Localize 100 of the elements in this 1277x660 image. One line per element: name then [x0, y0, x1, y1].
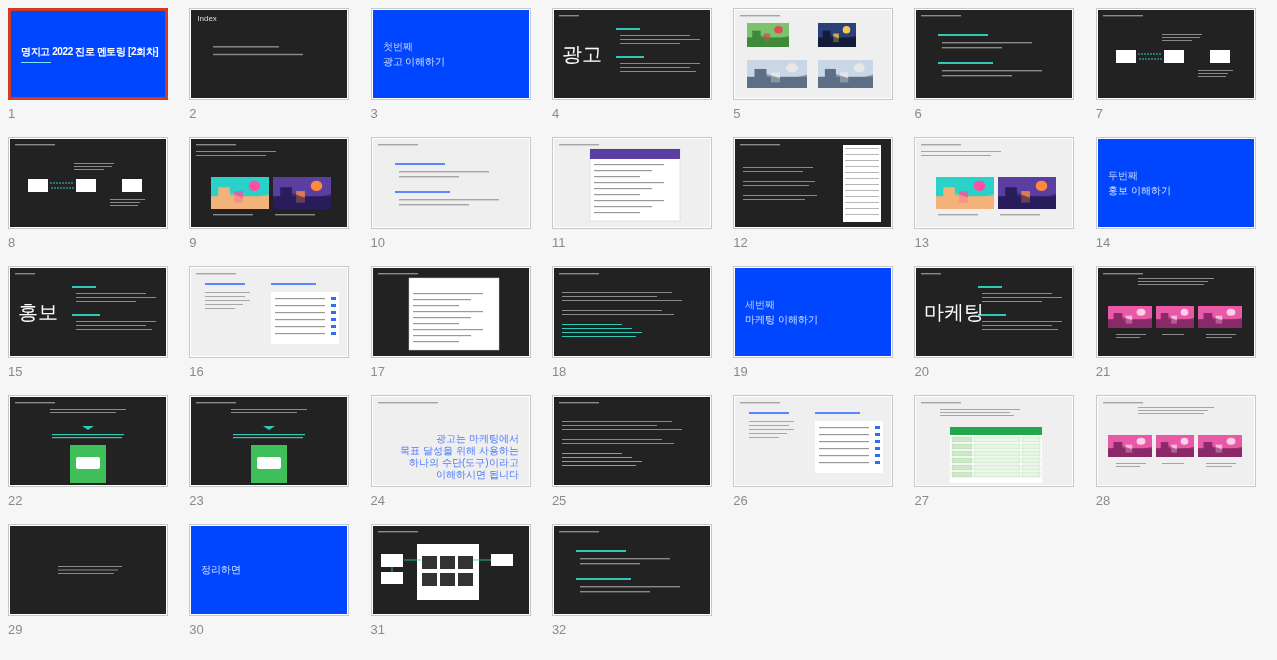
slide-number: 30	[189, 622, 204, 637]
slide-thumbnail[interactable]: 정리하면	[189, 524, 350, 616]
text-lines-drawing	[394, 191, 450, 193]
text-lines-drawing	[615, 28, 640, 30]
slide-number: 22	[8, 493, 23, 508]
slide-thumbnail[interactable]: 첫번째 광고 이해하기	[370, 8, 531, 100]
slide-thumbnail[interactable]: 세번째 마케팅 이해하기	[733, 266, 894, 358]
text-lines-drawing	[377, 273, 418, 275]
text-lines-drawing	[15, 402, 55, 404]
slide-number: 7	[1095, 106, 1103, 121]
text-lines-drawing	[749, 412, 790, 414]
text-lines-drawing	[1197, 70, 1233, 77]
slide-title: 홍보 이해하기	[1107, 183, 1172, 198]
text-lines-drawing	[921, 402, 962, 404]
card-drawing	[251, 445, 288, 483]
big-word: 광고	[560, 41, 602, 67]
slide-number: 9	[189, 235, 197, 250]
text-lines-drawing	[740, 402, 781, 404]
text-lines-drawing	[15, 144, 55, 146]
text-lines-drawing	[1102, 15, 1143, 17]
text-lines-drawing	[275, 214, 316, 216]
slide-number: 4	[551, 106, 560, 121]
slide-number: 17	[370, 364, 386, 379]
slide-number: 32	[551, 622, 567, 637]
slide-thumbnail[interactable]: Index	[189, 8, 350, 100]
text-lines-drawing	[1161, 463, 1184, 464]
card-drawing	[815, 421, 884, 473]
text-lines-drawing	[1102, 402, 1143, 404]
text-lines-drawing	[1161, 34, 1202, 41]
slide-thumbnail[interactable]: 홍보	[8, 266, 168, 358]
text-lines-drawing	[196, 402, 237, 404]
text-lines-drawing	[394, 163, 445, 165]
text-lines-drawing	[921, 273, 942, 275]
section-label: 두번째	[1107, 168, 1139, 183]
text-lines-drawing	[110, 199, 145, 206]
slide-thumbnail[interactable]: 광고는 마케팅에서 목표 달성을 위해 사용하는 하나의 수단(도구)이라고 이해하시면 됩니다	[370, 395, 531, 487]
slide-number: 2	[189, 106, 197, 121]
text-lines-drawing	[815, 412, 861, 414]
text-lines-drawing	[938, 62, 994, 64]
text-lines-drawing	[575, 578, 631, 580]
slide-number: 25	[551, 493, 567, 508]
text-lines-drawing	[271, 283, 317, 285]
text-lines-drawing	[575, 550, 626, 552]
text-lines-drawing	[921, 15, 962, 17]
text-lines-drawing	[1102, 273, 1143, 275]
text-lines-drawing	[377, 531, 418, 533]
text-lines-drawing	[749, 421, 795, 438]
slide-title: 마케팅 이해하기	[745, 312, 819, 327]
slide-thumbnail[interactable]: 광고	[551, 8, 712, 100]
slide-number: 10	[370, 235, 386, 250]
text-lines-drawing	[377, 144, 418, 146]
section-label: 첫번째	[382, 39, 414, 54]
text-lines-drawing	[921, 144, 962, 146]
text-lines-drawing	[205, 292, 251, 309]
text-lines-drawing	[52, 434, 124, 439]
text-lines-drawing	[72, 314, 100, 316]
text-lines-drawing	[978, 286, 1003, 288]
slide-number: 31	[370, 622, 386, 637]
slide-number: 3	[370, 106, 378, 121]
slide-number: 26	[733, 493, 748, 508]
text-lines-drawing	[72, 286, 96, 288]
slide-number: 27	[914, 493, 929, 508]
subtitle-line	[21, 61, 51, 64]
slide-number: 1	[8, 106, 16, 121]
big-word: 마케팅	[923, 299, 985, 325]
slide-number: 29	[8, 622, 23, 637]
text-lines-drawing	[558, 273, 599, 275]
text-lines-drawing	[558, 144, 599, 146]
big-word: 홍보	[17, 299, 58, 325]
slide-number: 21	[1095, 364, 1111, 379]
down-arrow-icon	[263, 426, 276, 430]
slide-number: 6	[914, 106, 922, 121]
slide-number: 24	[370, 493, 386, 508]
slide-heading: Index	[196, 13, 218, 23]
slide-number: 8	[8, 235, 16, 250]
slide-number: 12	[733, 235, 748, 250]
text-lines-drawing	[15, 273, 35, 275]
text-lines-drawing	[1161, 334, 1184, 335]
slide-number: 15	[8, 364, 23, 379]
text-lines-drawing	[196, 144, 237, 146]
text-lines-drawing	[205, 283, 246, 285]
slide-number: 16	[189, 364, 204, 379]
text-lines-drawing	[1205, 463, 1236, 467]
slide-number: 20	[914, 364, 929, 379]
slide-number: 23	[189, 493, 204, 508]
slide-thumbnail[interactable]: 두번째 홍보 이해하기	[1095, 137, 1256, 229]
text-lines-drawing	[743, 167, 814, 172]
slide-thumbnail[interactable]: 명지고 2022 진로 멘토링 [2회차]	[8, 8, 168, 100]
card-drawing	[70, 445, 106, 483]
text-lines-drawing	[196, 273, 237, 275]
text-lines-drawing	[74, 163, 114, 170]
text-lines-drawing	[558, 531, 599, 533]
slide-thumbnail[interactable]: 마케팅	[914, 266, 1075, 358]
statement-text: 광고는 마케팅에서 목표 달성을 위해 사용하는 하나의 수단(도구)이라고 이해하시면 됩니다	[400, 433, 519, 481]
text-lines-drawing	[213, 214, 254, 216]
text-lines-drawing	[740, 15, 781, 17]
slide-number: 18	[551, 364, 567, 379]
slide-title: 정리하면	[201, 563, 243, 577]
text-lines-drawing	[615, 56, 644, 58]
card-drawing	[271, 292, 340, 344]
